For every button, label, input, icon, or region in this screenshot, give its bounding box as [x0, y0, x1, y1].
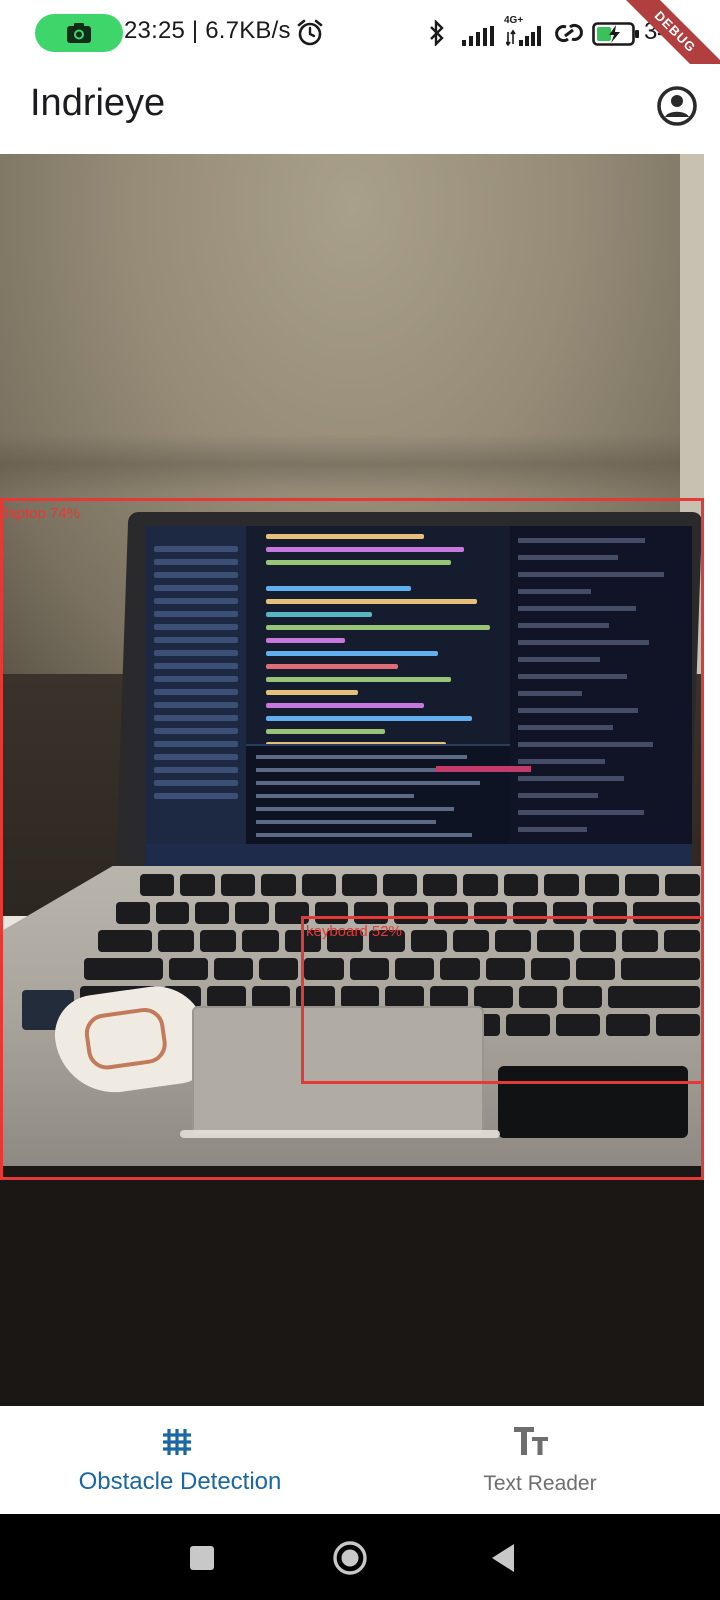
text-fields-icon: [514, 1427, 548, 1455]
app-title: Indrieye: [30, 82, 166, 124]
alarm-icon: [297, 19, 323, 46]
grid-icon: [163, 1429, 191, 1455]
account-button[interactable]: [655, 84, 699, 128]
back-button[interactable]: [486, 1540, 522, 1576]
dark-mat: [0, 1164, 704, 1406]
nav-item-text-reader[interactable]: Text Reader: [360, 1406, 720, 1514]
nav-label-text-reader: Text Reader: [483, 1472, 597, 1495]
bottom-navigation: Obstacle Detection Text Reader: [0, 1406, 720, 1514]
screen-record-indicator[interactable]: [35, 14, 123, 52]
detection-box-keyboard: keyboard 52%: [301, 916, 704, 1084]
detection-label: keyboard 52%: [306, 923, 402, 940]
back-icon: [492, 1544, 514, 1572]
account-circle-icon: [657, 86, 697, 126]
bluetooth-icon: [430, 20, 444, 46]
status-bar: 23:25 | 6.7KB/s 4G+ DEBUG: [0, 0, 720, 94]
detection-label: laptop 74%: [5, 505, 81, 522]
signal-strength-2-icon: [506, 26, 541, 46]
battery-charging-icon: [592, 22, 639, 46]
hotspot-link-icon: [555, 23, 583, 43]
nav-item-obstacle-detection[interactable]: Obstacle Detection: [0, 1406, 360, 1514]
camera-preview[interactable]: laptop 74% keyboard 52%: [0, 154, 704, 1406]
recents-icon: [190, 1546, 214, 1570]
recents-button[interactable]: [184, 1540, 220, 1576]
cushion-seam: [0, 434, 704, 494]
app-bar: Indrieye: [0, 64, 720, 154]
system-navigation-bar: [0, 1514, 720, 1600]
camera-icon: [67, 23, 91, 43]
nav-label-obstacle-detection: Obstacle Detection: [78, 1468, 282, 1495]
signal-strength-1-icon: [462, 26, 494, 46]
home-button[interactable]: [332, 1540, 368, 1576]
status-time-speed: 23:25 | 6.7KB/s: [124, 17, 291, 44]
home-icon: [333, 1541, 367, 1575]
